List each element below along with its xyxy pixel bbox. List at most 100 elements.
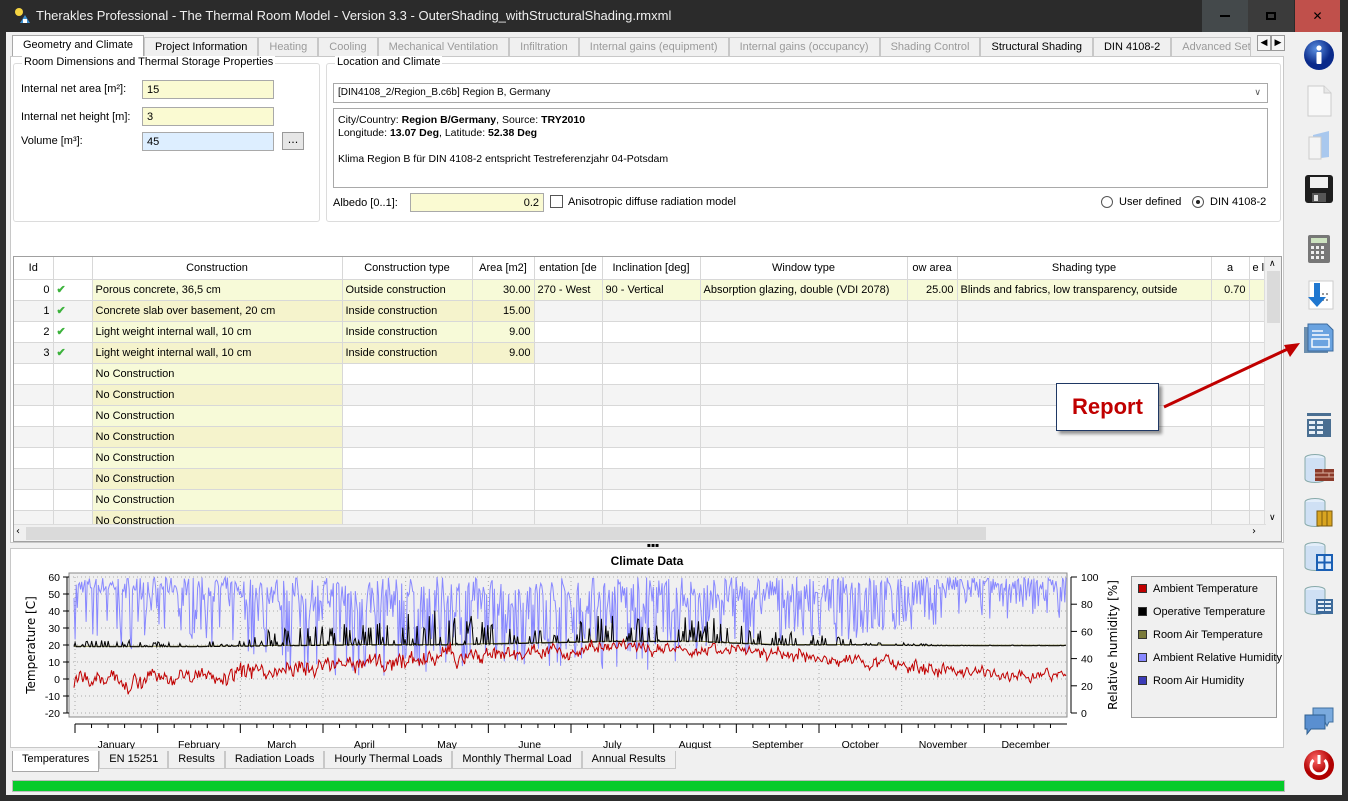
radio-din-4108-2[interactable]	[1192, 196, 1204, 208]
type-cell[interactable]	[342, 447, 473, 469]
inclination-cell[interactable]	[602, 405, 701, 427]
inclination-cell[interactable]	[602, 300, 701, 322]
type-cell[interactable]	[342, 489, 473, 511]
inclination-cell[interactable]	[602, 489, 701, 511]
id-cell[interactable]: 1	[14, 300, 54, 322]
id-cell[interactable]	[14, 363, 54, 385]
window-cell[interactable]	[700, 426, 908, 448]
area-cell[interactable]: 15.00	[472, 300, 535, 322]
orientation-cell[interactable]	[534, 426, 603, 448]
bottom-tab-results[interactable]: Results	[168, 751, 225, 769]
id-cell[interactable]: 3	[14, 342, 54, 364]
bottom-tab-monthly-thermal-load[interactable]: Monthly Thermal Load	[452, 751, 582, 769]
type-cell[interactable]	[342, 426, 473, 448]
a-cell[interactable]: 0.70	[1211, 279, 1250, 301]
inclination-cell[interactable]	[602, 321, 701, 343]
status-cell[interactable]	[53, 468, 93, 490]
shading-cell[interactable]	[957, 489, 1212, 511]
inclination-cell[interactable]	[602, 342, 701, 364]
window_area-cell[interactable]	[907, 405, 958, 427]
type-cell[interactable]	[342, 468, 473, 490]
type-cell[interactable]: Inside construction	[342, 321, 473, 343]
window_area-cell[interactable]	[907, 489, 958, 511]
window_area-cell[interactable]	[907, 342, 958, 364]
shading-cell[interactable]	[957, 468, 1212, 490]
area-input[interactable]	[142, 80, 274, 99]
shading-cell[interactable]	[957, 447, 1212, 469]
a-cell[interactable]	[1211, 426, 1250, 448]
status-cell[interactable]: ✔	[53, 279, 93, 301]
type-cell[interactable]: Outside construction	[342, 279, 473, 301]
type-cell[interactable]: Inside construction	[342, 342, 473, 364]
orientation-cell[interactable]: 270 - West	[534, 279, 603, 301]
exit-button[interactable]	[1302, 748, 1336, 782]
column-header[interactable]: Construction	[92, 257, 343, 280]
bottom-tab-hourly-thermal-loads[interactable]: Hourly Thermal Loads	[324, 751, 453, 769]
table-row[interactable]: 1 ✔ Concrete slab over basement, 20 cm Insi…	[14, 300, 1269, 322]
grid-horizontal-thumb[interactable]	[26, 527, 986, 540]
window-cell[interactable]: Absorption glazing, double (VDI 2078)	[700, 279, 908, 301]
inclination-cell[interactable]	[602, 426, 701, 448]
tab-mechanical-ventilation[interactable]: Mechanical Ventilation	[377, 37, 510, 56]
new-file-button[interactable]	[1302, 84, 1336, 118]
id-cell[interactable]	[14, 384, 54, 406]
column-header[interactable]: Inclination [deg]	[602, 257, 701, 280]
id-cell[interactable]	[14, 405, 54, 427]
tab-din-4108-2[interactable]: DIN 4108-2	[1092, 37, 1172, 56]
a-cell[interactable]	[1211, 468, 1250, 490]
maximize-button[interactable]	[1248, 0, 1294, 32]
construction-cell[interactable]: Light weight internal wall, 10 cm	[92, 342, 343, 364]
construction-cell[interactable]: No Construction	[92, 447, 343, 469]
type-cell[interactable]	[342, 384, 473, 406]
tab-internal-gains-occupancy[interactable]: Internal gains (occupancy)	[728, 37, 880, 56]
a-cell[interactable]	[1211, 489, 1250, 511]
id-cell[interactable]	[14, 447, 54, 469]
schedule-db-button[interactable]	[1302, 584, 1336, 618]
feedback-button[interactable]	[1302, 704, 1336, 738]
id-cell[interactable]: 2	[14, 321, 54, 343]
volume-details-button[interactable]: ...	[282, 132, 304, 150]
orientation-cell[interactable]	[534, 363, 603, 385]
climate-select[interactable]: [DIN4108_2/Region_B.c6b] Region B, Germa…	[333, 83, 1268, 103]
id-cell[interactable]	[14, 489, 54, 511]
tab-cooling[interactable]: Cooling	[318, 37, 378, 56]
tab-shading-control[interactable]: Shading Control	[879, 37, 981, 56]
tab-heating[interactable]: Heating	[258, 37, 319, 56]
column-header[interactable]: a	[1211, 257, 1250, 280]
shading-db-button[interactable]	[1302, 496, 1336, 530]
window_area-cell[interactable]	[907, 300, 958, 322]
grid-horizontal-scrollbar[interactable]: ‹ ›	[14, 524, 1266, 541]
shading-cell[interactable]	[957, 300, 1212, 322]
window-cell[interactable]	[700, 321, 908, 343]
tab-project-information[interactable]: Project Information	[144, 37, 259, 56]
orientation-cell[interactable]	[534, 384, 603, 406]
window-cell[interactable]	[700, 342, 908, 364]
column-header[interactable]: Area [m2]	[472, 257, 535, 280]
column-header[interactable]: Construction type	[342, 257, 473, 280]
table-row[interactable]: 2 ✔ Light weight internal wall, 10 cm Insid…	[14, 321, 1269, 343]
tab-scroll-right-button[interactable]: ▶	[1271, 35, 1285, 51]
inclination-cell[interactable]	[602, 363, 701, 385]
table-row[interactable]: No Construction	[14, 489, 1269, 511]
minimize-button[interactable]	[1202, 0, 1248, 32]
orientation-cell[interactable]	[534, 468, 603, 490]
construction-cell[interactable]: Porous concrete, 36,5 cm	[92, 279, 343, 301]
status-cell[interactable]	[53, 426, 93, 448]
inclination-cell[interactable]	[602, 384, 701, 406]
window-cell[interactable]	[700, 447, 908, 469]
info-button[interactable]	[1302, 38, 1336, 72]
table-row[interactable]: No Construction	[14, 447, 1269, 469]
status-cell[interactable]: ✔	[53, 321, 93, 343]
window_area-cell[interactable]: 25.00	[907, 279, 958, 301]
construction-cell[interactable]: Concrete slab over basement, 20 cm	[92, 300, 343, 322]
area-cell[interactable]	[472, 363, 535, 385]
table-row[interactable]: No Construction	[14, 468, 1269, 490]
window-cell[interactable]	[700, 300, 908, 322]
a-cell[interactable]	[1211, 447, 1250, 469]
construction-cell[interactable]: No Construction	[92, 384, 343, 406]
tab-advanced-sett[interactable]: Advanced Sett	[1171, 37, 1252, 56]
shading-cell[interactable]: Blinds and fabrics, low transparency, ou…	[957, 279, 1212, 301]
open-file-button[interactable]	[1302, 128, 1336, 162]
construction-cell[interactable]: No Construction	[92, 426, 343, 448]
construction-cell[interactable]: No Construction	[92, 405, 343, 427]
